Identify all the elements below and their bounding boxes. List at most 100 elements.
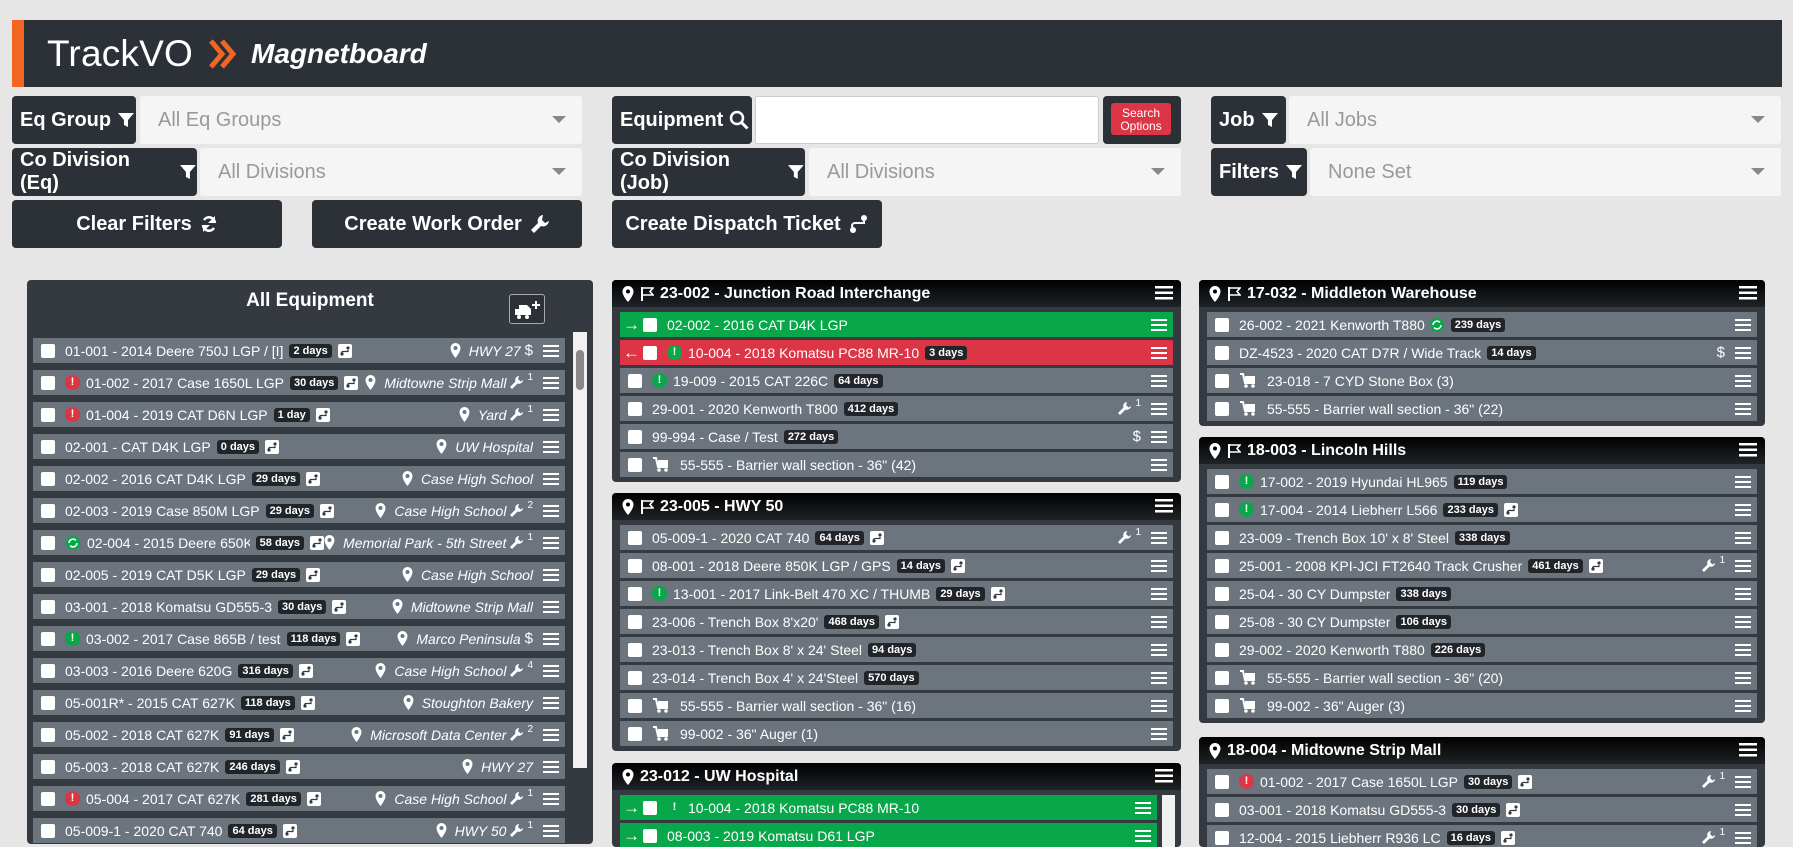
eq-group-select[interactable]: All Eq Groups bbox=[140, 96, 582, 144]
menu-icon[interactable] bbox=[1151, 458, 1167, 471]
job-equipment-row[interactable]: 25-04 - 30 CY Dumpster 338 days bbox=[1207, 581, 1757, 606]
job-select[interactable]: All Jobs bbox=[1289, 96, 1781, 144]
row-checkbox[interactable] bbox=[41, 823, 55, 838]
menu-icon[interactable] bbox=[1735, 671, 1751, 684]
row-checkbox[interactable] bbox=[628, 558, 642, 573]
row-checkbox[interactable] bbox=[41, 343, 55, 358]
equipment-row[interactable]: 02-002 - 2016 CAT D4K LGP 29 days Case Hig… bbox=[33, 466, 565, 491]
row-checkbox[interactable] bbox=[41, 535, 55, 550]
menu-icon[interactable] bbox=[543, 696, 559, 709]
menu-icon[interactable] bbox=[1735, 402, 1751, 415]
menu-icon[interactable] bbox=[543, 472, 559, 485]
create-dispatch-ticket-button[interactable]: Create Dispatch Ticket bbox=[612, 200, 882, 248]
menu-icon[interactable] bbox=[543, 824, 559, 837]
row-checkbox[interactable] bbox=[628, 373, 642, 388]
job-equipment-row[interactable]: 25-08 - 30 CY Dumpster 106 days bbox=[1207, 609, 1757, 634]
equipment-scrollbar[interactable] bbox=[573, 332, 587, 768]
menu-icon[interactable] bbox=[543, 760, 559, 773]
menu-icon[interactable] bbox=[543, 376, 559, 389]
menu-icon[interactable] bbox=[1735, 531, 1751, 544]
row-checkbox[interactable] bbox=[1215, 530, 1229, 545]
job-equipment-row[interactable]: 23-014 - Trench Box 4' x 24'Steel 570 day… bbox=[620, 665, 1173, 690]
equipment-row[interactable]: ! 03-002 - 2017 Case 865B / test 118 days M… bbox=[33, 626, 565, 651]
job-equipment-row[interactable]: 29-001 - 2020 Kenworth T800 412 days 1 bbox=[620, 396, 1173, 421]
row-checkbox[interactable] bbox=[1215, 614, 1229, 629]
row-checkbox[interactable] bbox=[1215, 802, 1229, 817]
equipment-row[interactable]: 05-003 - 2018 CAT 627K 246 days HWY 27 bbox=[33, 754, 565, 779]
job-equipment-row[interactable]: ! 19-009 - 2015 CAT 226C 64 days bbox=[620, 368, 1173, 393]
row-checkbox[interactable] bbox=[41, 471, 55, 486]
equipment-row[interactable]: ! 01-002 - 2017 Case 1650L LGP 30 days Midt… bbox=[33, 370, 565, 395]
menu-icon[interactable] bbox=[1735, 475, 1751, 488]
job-equipment-row[interactable]: 03-001 - 2018 Komatsu GD555-3 30 days bbox=[1207, 797, 1757, 822]
equipment-row[interactable]: 05-002 - 2018 CAT 627K 91 days Microsoft D… bbox=[33, 722, 565, 747]
job-equipment-row[interactable]: DZ-4523 - 2020 CAT D7R / Wide Track 14 da… bbox=[1207, 340, 1757, 365]
menu-icon[interactable] bbox=[1735, 503, 1751, 516]
menu-icon[interactable] bbox=[1151, 643, 1167, 656]
row-checkbox[interactable] bbox=[628, 698, 642, 713]
menu-icon[interactable] bbox=[543, 792, 559, 805]
menu-icon[interactable] bbox=[1151, 671, 1167, 684]
job-equipment-row[interactable]: 05-009-1 - 2020 CAT 740 64 days 1 bbox=[620, 525, 1173, 550]
row-checkbox[interactable] bbox=[41, 503, 55, 518]
search-options-button[interactable]: Search Options bbox=[1111, 103, 1171, 135]
job-equipment-row[interactable]: ! 17-002 - 2019 Hyundai HL965 119 days bbox=[1207, 469, 1757, 494]
row-checkbox[interactable] bbox=[1215, 373, 1229, 388]
menu-icon[interactable] bbox=[1735, 775, 1751, 788]
add-equipment-button[interactable] bbox=[509, 294, 545, 324]
row-checkbox[interactable] bbox=[41, 439, 55, 454]
row-checkbox[interactable] bbox=[41, 567, 55, 582]
row-checkbox[interactable] bbox=[1215, 345, 1229, 360]
row-checkbox[interactable] bbox=[41, 695, 55, 710]
row-checkbox[interactable] bbox=[41, 759, 55, 774]
row-checkbox[interactable] bbox=[41, 407, 55, 422]
row-checkbox[interactable] bbox=[1215, 698, 1229, 713]
row-checkbox[interactable] bbox=[41, 791, 55, 806]
job-equipment-row[interactable]: 55-555 - Barrier wall section - 36" (22) bbox=[1207, 396, 1757, 421]
job-equipment-row[interactable]: 08-001 - 2018 Deere 850K LGP / GPS 14 day… bbox=[620, 553, 1173, 578]
menu-icon[interactable] bbox=[1735, 318, 1751, 331]
scrollbar-thumb[interactable] bbox=[576, 350, 584, 390]
menu-icon[interactable] bbox=[543, 600, 559, 613]
row-checkbox[interactable] bbox=[628, 457, 642, 472]
row-checkbox[interactable] bbox=[628, 614, 642, 629]
menu-icon[interactable] bbox=[1735, 643, 1751, 656]
menu-icon[interactable] bbox=[1735, 831, 1751, 844]
row-checkbox[interactable] bbox=[41, 599, 55, 614]
job-equipment-row[interactable]: 99-002 - 36" Auger (1) bbox=[620, 721, 1173, 746]
menu-icon[interactable] bbox=[1739, 443, 1757, 457]
equipment-row[interactable]: 02-005 - 2019 CAT D5K LGP 29 days Case Hig… bbox=[33, 562, 565, 587]
menu-icon[interactable] bbox=[1155, 499, 1173, 513]
job-equipment-row[interactable]: 99-994 - Case / Test 272 days $ bbox=[620, 424, 1173, 449]
menu-icon[interactable] bbox=[1735, 587, 1751, 600]
row-checkbox[interactable] bbox=[41, 631, 55, 646]
equipment-row[interactable]: ! 01-004 - 2019 CAT D6N LGP 1 day Yard 1 bbox=[33, 402, 565, 427]
row-checkbox[interactable] bbox=[1215, 401, 1229, 416]
job-equipment-row[interactable]: 12-004 - 2015 Liebherr R936 LC 16 days 1 bbox=[1207, 825, 1757, 847]
job-equipment-row[interactable]: 23-018 - 7 CYD Stone Box (3) bbox=[1207, 368, 1757, 393]
equipment-row[interactable]: 02-001 - CAT D4K LGP 0 days UW Hospital bbox=[33, 434, 565, 459]
menu-icon[interactable] bbox=[1735, 615, 1751, 628]
equipment-row[interactable]: 03-003 - 2016 Deere 620G 316 days Case Hig… bbox=[33, 658, 565, 683]
job-equipment-row[interactable]: 25-001 - 2008 KPI-JCI FT2640 Track Crush… bbox=[1207, 553, 1757, 578]
row-checkbox[interactable] bbox=[1215, 558, 1229, 573]
row-checkbox[interactable] bbox=[643, 800, 657, 815]
row-checkbox[interactable] bbox=[628, 726, 642, 741]
equipment-row[interactable]: 03-001 - 2018 Komatsu GD555-3 30 days Midt… bbox=[33, 594, 565, 619]
row-checkbox[interactable] bbox=[41, 727, 55, 742]
equipment-search-input[interactable] bbox=[755, 96, 1099, 144]
row-checkbox[interactable] bbox=[1215, 642, 1229, 657]
row-checkbox[interactable] bbox=[1215, 317, 1229, 332]
menu-icon[interactable] bbox=[1151, 727, 1167, 740]
row-checkbox[interactable] bbox=[41, 375, 55, 390]
menu-icon[interactable] bbox=[543, 408, 559, 421]
row-checkbox[interactable] bbox=[643, 345, 657, 360]
menu-icon[interactable] bbox=[1151, 615, 1167, 628]
row-checkbox[interactable] bbox=[1215, 830, 1229, 845]
job-equipment-row[interactable]: 26-002 - 2021 Kenworth T880 239 days bbox=[1207, 312, 1757, 337]
equipment-row[interactable]: ! 05-004 - 2017 CAT 627K 281 days Case High… bbox=[33, 786, 565, 811]
job-equipment-row[interactable]: 55-555 - Barrier wall section - 36" (16) bbox=[620, 693, 1173, 718]
menu-icon[interactable] bbox=[543, 632, 559, 645]
create-work-order-button[interactable]: Create Work Order bbox=[312, 200, 582, 248]
job-equipment-row[interactable]: 99-002 - 36" Auger (3) bbox=[1207, 693, 1757, 718]
